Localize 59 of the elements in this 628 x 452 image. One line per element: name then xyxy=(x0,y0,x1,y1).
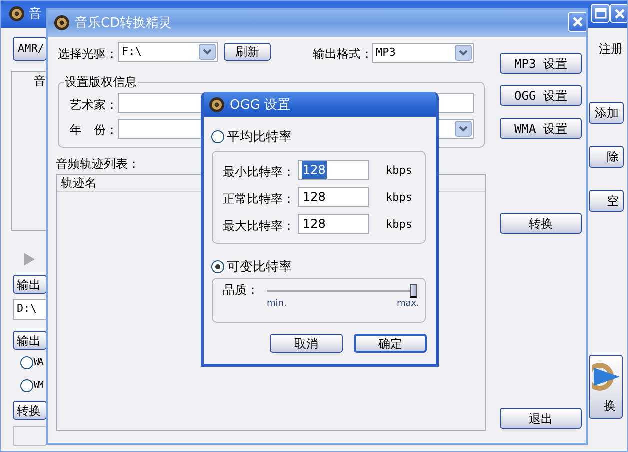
side-button[interactable]: 转换 xyxy=(500,213,582,234)
radio-label[interactable]: 平均比特率 xyxy=(227,131,292,144)
bitrate-label: 最小比特率： xyxy=(223,166,295,178)
side-button[interactable]: 除 xyxy=(589,146,624,168)
output-path-field[interactable]: D:\ xyxy=(13,299,47,320)
maximize-button[interactable] xyxy=(591,4,610,23)
close-button[interactable] xyxy=(610,4,627,23)
radio-label[interactable]: 可变比特率 xyxy=(227,261,292,274)
convert-button[interactable]: 换 xyxy=(589,355,623,419)
register-label[interactable]: 注册 xyxy=(599,43,623,55)
format-select[interactable]: MP3 xyxy=(372,43,474,63)
refresh-button[interactable]: 刷新 xyxy=(224,43,271,61)
slider-thumb[interactable] xyxy=(410,284,417,298)
progress-button[interactable]: 转换 xyxy=(13,401,47,420)
side-button[interactable]: 添加 xyxy=(589,102,624,124)
side-button[interactable]: WMA 设置 xyxy=(500,118,582,139)
unit-label: kbps xyxy=(386,192,412,203)
quality-label: 品质： xyxy=(223,284,259,296)
output-path-button[interactable]: 输出 xyxy=(13,275,47,294)
bitrate-field[interactable]: 128 xyxy=(298,187,369,207)
bitrate-label: 正常比特率： xyxy=(223,193,295,205)
window-title: 音乐CD转换精灵 xyxy=(75,17,172,30)
radio-label: WM xyxy=(34,382,43,391)
convert-icon xyxy=(592,360,622,394)
radio-button[interactable] xyxy=(211,130,225,144)
bitrate-field[interactable]: 128 xyxy=(298,160,369,180)
radio-button[interactable] xyxy=(20,356,34,370)
side-button[interactable]: 退出 xyxy=(500,408,582,429)
drive-label: 选择光驱： xyxy=(58,48,118,60)
drive-select[interactable]: F:\ xyxy=(118,42,218,62)
format-button[interactable]: AMR/ xyxy=(13,37,47,61)
artist-label: 艺术家： xyxy=(70,99,118,111)
app-logo-icon xyxy=(54,15,70,31)
unit-label: kbps xyxy=(386,165,412,176)
column-header: 音 xyxy=(34,75,46,87)
bitrate-field[interactable]: 128 xyxy=(298,214,369,234)
min-label: min. xyxy=(267,300,287,309)
format-label: 输出格式： xyxy=(313,48,373,60)
year-label: 年 份： xyxy=(70,124,118,136)
side-button[interactable]: 空 xyxy=(589,190,624,212)
side-button[interactable]: MP3 设置 xyxy=(500,53,582,74)
output-format-button[interactable]: 输出 xyxy=(13,331,47,350)
close-button[interactable] xyxy=(568,12,586,32)
bitrate-label: 最大比特率： xyxy=(223,220,295,232)
group-title: 设置版权信息 xyxy=(64,76,138,88)
radio-label: WA xyxy=(34,359,43,368)
side-button[interactable]: OGG 设置 xyxy=(500,85,582,106)
radio-button[interactable] xyxy=(211,260,225,274)
radio-button[interactable] xyxy=(20,379,34,393)
app-logo-icon xyxy=(209,97,225,113)
dialog-button[interactable]: 取消 xyxy=(270,334,343,353)
window-title: 音 xyxy=(29,8,42,21)
quality-slider[interactable] xyxy=(267,284,417,298)
unit-label: kbps xyxy=(386,219,412,230)
app-logo-icon xyxy=(9,6,25,22)
dialog-button[interactable]: 确定 xyxy=(354,334,427,353)
track-list-label: 音频轨迹列表： xyxy=(56,158,140,170)
dialog-title: OGG 设置 xyxy=(230,99,291,112)
max-label: max. xyxy=(397,300,420,309)
